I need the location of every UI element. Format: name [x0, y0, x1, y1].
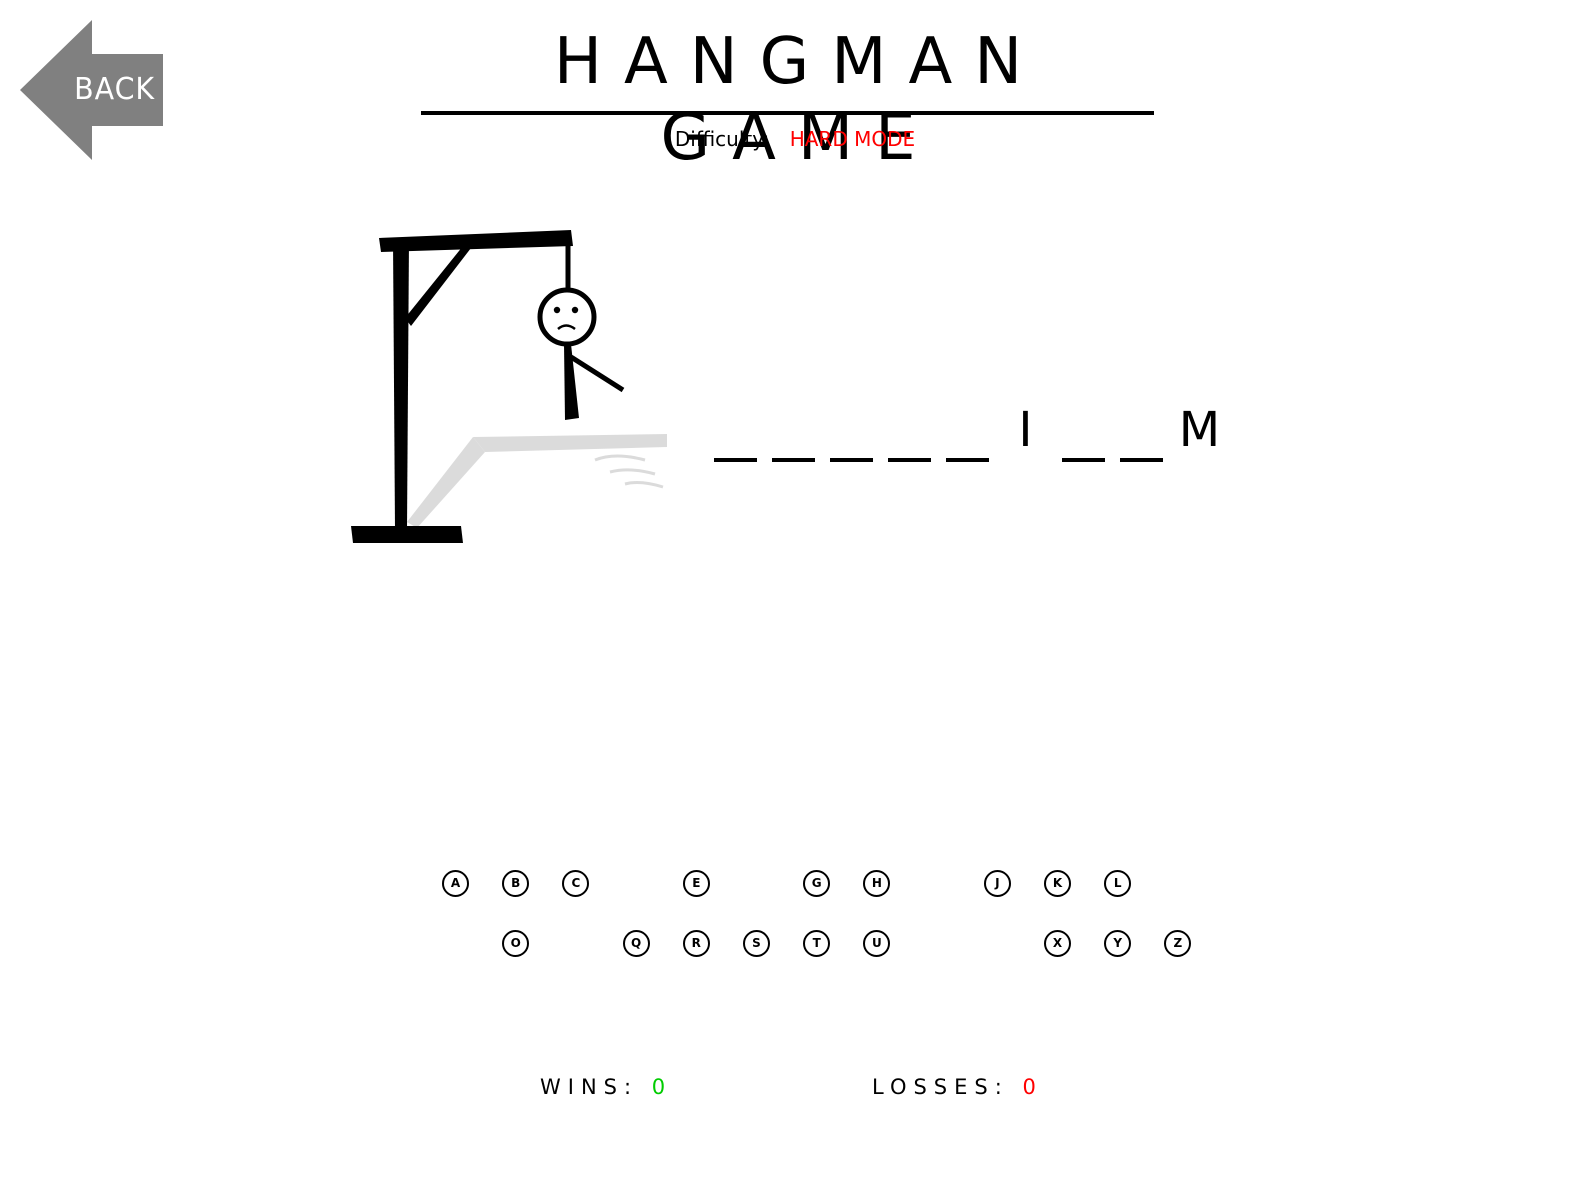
- losses-label: LOSSES:: [872, 1075, 1009, 1099]
- key-r[interactable]: R: [682, 930, 710, 957]
- key-y[interactable]: Y: [1104, 930, 1132, 957]
- trapdoor: [407, 434, 667, 528]
- letter-slot-char: M: [1178, 402, 1221, 458]
- key-o[interactable]: O: [502, 930, 530, 957]
- keyboard-row-1: ABCEGHJKL: [0, 870, 1590, 902]
- hangman-right-arm: [569, 354, 625, 393]
- key-q[interactable]: Q: [622, 930, 650, 957]
- key-t[interactable]: T: [803, 930, 831, 957]
- letter-slot-underline: [772, 458, 815, 462]
- key-b[interactable]: B: [502, 870, 530, 897]
- key-u[interactable]: U: [863, 930, 891, 957]
- letter-slot-underline: [888, 458, 931, 462]
- wins-label: WINS:: [540, 1075, 639, 1099]
- key-g[interactable]: G: [803, 870, 831, 897]
- letter-slot-underline: [830, 458, 873, 462]
- letter-slot-underline: [714, 458, 757, 462]
- key-e[interactable]: E: [682, 870, 710, 897]
- key-k[interactable]: K: [1044, 870, 1071, 897]
- letter-slot-underline: [1120, 458, 1163, 462]
- key-l[interactable]: L: [1104, 870, 1132, 897]
- losses-counter: LOSSES: 0: [872, 1075, 1043, 1099]
- letter-slot: [770, 400, 817, 470]
- wins-value: 0: [651, 1075, 673, 1099]
- letter-slot: [886, 400, 933, 470]
- gallows-brace: [405, 246, 471, 326]
- letter-slot: [1060, 400, 1107, 470]
- difficulty-line: Difficulty: HARD MODE: [0, 127, 1590, 151]
- key-a[interactable]: A: [442, 870, 469, 897]
- page-title: HANGMAN GAME: [553, 25, 1045, 175]
- gallows-drawing: [351, 230, 667, 543]
- key-x[interactable]: X: [1044, 930, 1071, 957]
- difficulty-value: HARD MODE: [789, 127, 916, 151]
- letter-slot-underline: [946, 458, 989, 462]
- difficulty-label: Difficulty:: [674, 127, 770, 151]
- letter-slot: [944, 400, 991, 470]
- key-s[interactable]: S: [743, 930, 770, 957]
- letter-slot: [1118, 400, 1165, 470]
- word-display: IM: [712, 390, 1234, 470]
- back-label: BACK: [74, 72, 156, 107]
- letter-slot-underline: [1062, 458, 1105, 462]
- key-c[interactable]: C: [562, 870, 590, 897]
- letter-slot: [712, 400, 759, 470]
- wins-counter: WINS: 0: [540, 1075, 672, 1099]
- letter-slot: [828, 400, 875, 470]
- gallows-beam: [379, 230, 573, 252]
- letter-slot: I: [1002, 400, 1049, 470]
- key-z[interactable]: Z: [1164, 930, 1192, 957]
- letter-slot-char: I: [1018, 402, 1033, 458]
- hangman-head: [537, 287, 597, 347]
- hangman-body: [564, 344, 579, 420]
- key-h[interactable]: H: [863, 870, 891, 897]
- keyboard-row-2: OQRSTUXYZ: [0, 930, 1590, 962]
- letter-slot: M: [1176, 400, 1223, 470]
- losses-value: 0: [1022, 1075, 1043, 1099]
- title-underline: [421, 111, 1154, 115]
- gallows-post: [393, 238, 409, 530]
- key-j[interactable]: J: [983, 870, 1011, 897]
